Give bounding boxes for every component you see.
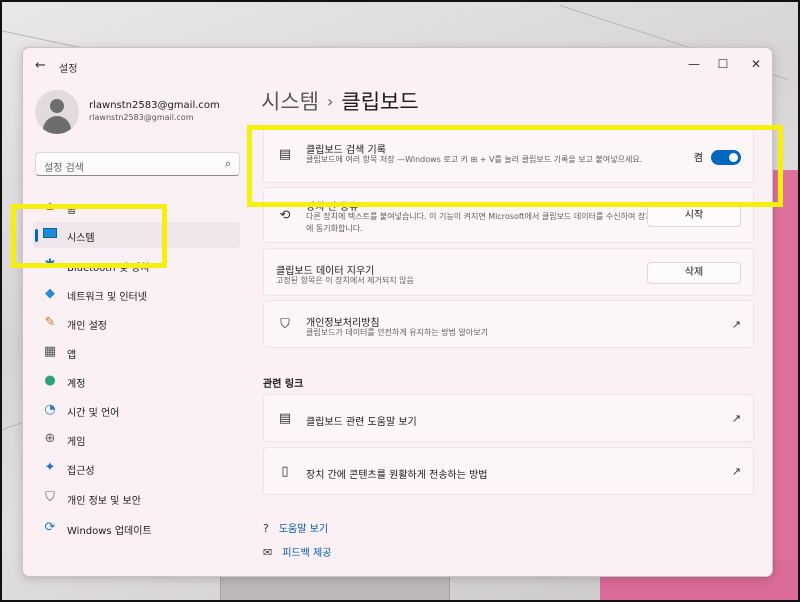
minimize-button[interactable]: — xyxy=(679,54,709,74)
sidebar-item-label: 계정 xyxy=(67,379,86,390)
setting-description: 클립보드가 데이터를 안전하게 유지하는 방법 알아보기 xyxy=(306,328,488,337)
breadcrumb: 시스템 › 클립보드 xyxy=(261,86,419,116)
get-started-button[interactable]: 시작 xyxy=(647,205,741,227)
apps-icon: ▦ xyxy=(43,344,57,359)
related-link-transfer-content[interactable]: ▯ 장치 간에 콘텐츠를 원활하게 전송하는 방법 ↗ xyxy=(263,447,754,495)
external-link-icon: ↗ xyxy=(731,318,741,331)
sidebar-item-label: 게임 xyxy=(67,437,86,448)
title-bar: ← 설정 — ☐ ✕ xyxy=(23,48,772,80)
clipboard-icon: ▤ xyxy=(278,411,292,426)
highlight-box-clipboard-history xyxy=(247,125,783,207)
gamepad-icon: ⊕ xyxy=(44,431,56,446)
related-link-label: 장치 간에 콘텐츠를 원활하게 전송하는 방법 xyxy=(306,470,488,481)
search-input[interactable]: 설정 검색 ⌕ xyxy=(35,152,240,176)
sidebar-item-label: 접근성 xyxy=(67,466,95,477)
accessibility-icon: ✦ xyxy=(44,460,56,475)
highlight-box-system xyxy=(11,204,167,268)
breadcrumb-parent[interactable]: 시스템 xyxy=(261,90,319,114)
account-name: rlawnstn2583@gmail.com xyxy=(89,100,220,111)
get-help-link[interactable]: ? 도움말 보기 xyxy=(263,520,328,535)
privacy-statement-card[interactable]: ⛉ 개인정보처리방침 클립보드가 데이터를 안전하게 유지하는 방법 알아보기 … xyxy=(263,300,754,348)
sidebar-item-gaming[interactable]: ⊕ 게임 xyxy=(33,426,240,452)
sidebar-item-privacy-security[interactable]: ⛉ 개인 정보 및 보안 xyxy=(33,485,240,511)
maximize-button[interactable]: ☐ xyxy=(708,54,738,74)
sidebar-item-network[interactable]: ◆ 네트워크 및 인터넷 xyxy=(33,281,240,307)
arrow-left-icon[interactable]: ← xyxy=(35,58,46,73)
search-placeholder: 설정 검색 xyxy=(44,163,84,174)
sidebar-item-label: 개인 설정 xyxy=(67,321,107,332)
account-icon: ● xyxy=(44,373,56,388)
related-link-clipboard-help[interactable]: ▤ 클립보드 관련 도움말 보기 ↗ xyxy=(263,394,754,442)
sidebar-item-accounts[interactable]: ● 계정 xyxy=(33,368,240,394)
globe-clock-icon: ◔ xyxy=(44,402,56,417)
window-title: 설정 xyxy=(59,64,78,75)
update-icon: ⟳ xyxy=(44,520,56,535)
external-link-icon: ↗ xyxy=(731,465,741,478)
get-help-label: 도움말 보기 xyxy=(278,524,329,535)
breadcrumb-separator: › xyxy=(326,92,334,111)
phone-icon: ▯ xyxy=(281,464,289,479)
related-link-label: 클립보드 관련 도움말 보기 xyxy=(306,417,417,428)
page-title: 클립보드 xyxy=(341,90,419,114)
sidebar-item-personalization[interactable]: ✎ 개인 설정 xyxy=(33,310,240,336)
shield-icon: ⛉ xyxy=(280,317,290,332)
sidebar-item-label: Windows 업데이트 xyxy=(67,526,152,537)
sidebar-item-windows-update[interactable]: ⟳ Windows 업데이트 xyxy=(33,515,240,541)
clear-button[interactable]: 삭제 xyxy=(647,262,741,284)
sidebar-item-time-language[interactable]: ◔ 시간 및 언어 xyxy=(33,397,240,423)
sidebar-item-label: 개인 정보 및 보안 xyxy=(67,496,141,507)
sync-icon: ⟲ xyxy=(279,208,291,223)
help-icon: ? xyxy=(263,522,269,535)
account-email: rlawnstn2583@gmail.com xyxy=(89,113,194,122)
setting-description: 고정된 항목은 이 장치에서 제거되지 않음 xyxy=(276,276,414,285)
feedback-icon: ✉ xyxy=(263,546,273,559)
sidebar-item-label: 네트워크 및 인터넷 xyxy=(67,292,147,303)
external-link-icon: ↗ xyxy=(731,412,741,425)
brush-icon: ✎ xyxy=(44,315,56,330)
clear-clipboard-card: 클립보드 데이터 지우기 고정된 항목은 이 장치에서 제거되지 않음 삭제 xyxy=(263,248,754,296)
sidebar-item-label: 앱 xyxy=(67,350,77,361)
sidebar-item-label: 시간 및 언어 xyxy=(67,408,120,419)
search-icon[interactable]: ⌕ xyxy=(225,157,231,171)
give-feedback-link[interactable]: ✉ 피드백 제공 xyxy=(263,544,331,559)
close-button[interactable]: ✕ xyxy=(741,54,771,74)
network-icon: ◆ xyxy=(45,286,55,301)
related-links-heading: 관련 링크 xyxy=(263,379,304,390)
avatar[interactable] xyxy=(35,90,79,134)
sidebar-item-accessibility[interactable]: ✦ 접근성 xyxy=(33,455,240,481)
give-feedback-label: 피드백 제공 xyxy=(282,548,332,559)
shield-icon: ⛉ xyxy=(45,490,55,505)
sidebar-item-apps[interactable]: ▦ 앱 xyxy=(33,339,240,365)
setting-description: 다른 장치에 텍스트를 붙여넣습니다. 이 기능이 켜지면 Microsoft에… xyxy=(306,212,663,233)
